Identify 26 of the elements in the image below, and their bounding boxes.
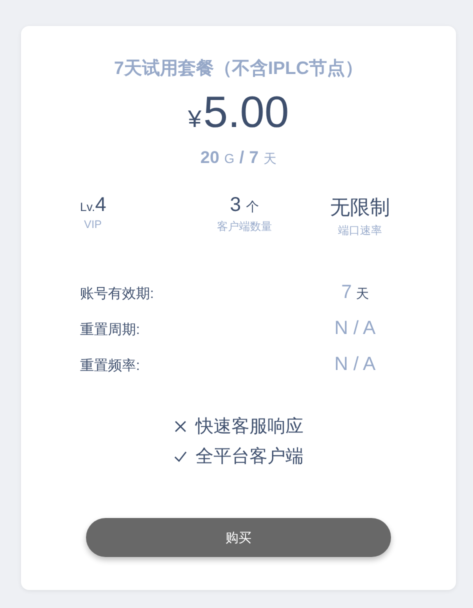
quota-separator: / (239, 148, 244, 168)
detail-unit: 天 (356, 285, 369, 303)
level-prefix: Lv. (80, 200, 96, 214)
detail-value: N / A (334, 318, 376, 340)
stat-unit: 个 (246, 198, 260, 216)
detail-label: 重置频率: (80, 357, 141, 375)
buy-button[interactable]: 购买 (86, 518, 391, 557)
detail-label: 重置周期: (80, 321, 141, 339)
stat-label: 客户端数量 (216, 220, 272, 234)
detail-value: N / A (334, 354, 376, 376)
stat-label: 端口速率 (338, 224, 382, 238)
traffic-unit: G (224, 151, 234, 166)
stat-label: VIP (83, 219, 102, 231)
stat-value: 3 (230, 194, 242, 217)
stat-value: 无限制 (330, 196, 390, 221)
plan-title: 7天试用套餐（不含IPLC节点） (114, 57, 363, 80)
currency-symbol: ¥ (188, 106, 202, 134)
detail-value: 7 (341, 282, 352, 304)
feature-text: 全平台客户端 (196, 445, 304, 468)
detail-label: 账号有效期: (80, 285, 155, 303)
feature-text: 快速客服响应 (196, 415, 304, 438)
price-amount: 5.00 (203, 88, 289, 138)
stat-value: 4 (95, 194, 106, 217)
traffic-amount: 20 (200, 148, 220, 168)
days-unit: 天 (264, 150, 277, 168)
days-amount: 7 (249, 148, 259, 168)
